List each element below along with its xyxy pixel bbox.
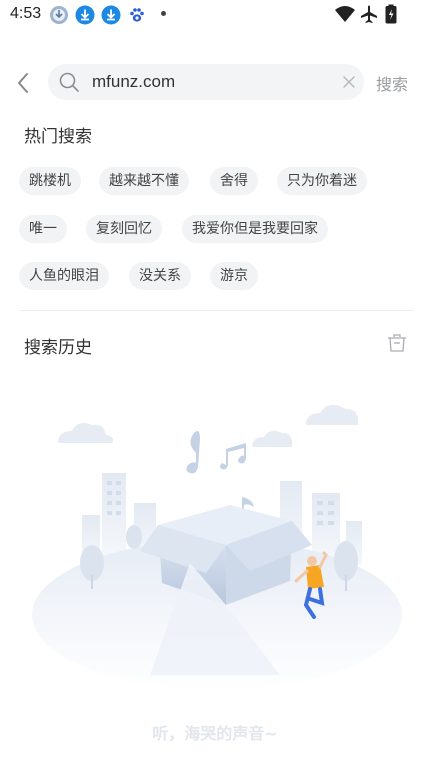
hot-search-tag[interactable]: 没关系: [129, 262, 191, 290]
hot-search-tag[interactable]: 复刻回忆: [86, 215, 162, 243]
airplane-icon: [361, 5, 377, 23]
divider: [20, 310, 414, 311]
download-complete-icon: [50, 6, 68, 24]
battery-icon: [385, 4, 397, 24]
hot-search-tag[interactable]: 唯一: [19, 215, 67, 243]
hot-search-tag[interactable]: 只为你着迷: [277, 167, 367, 195]
empty-history-illustration: [32, 404, 402, 690]
dot-icon: [161, 11, 166, 16]
back-button[interactable]: [12, 70, 36, 96]
search-button[interactable]: 搜索: [376, 71, 408, 95]
baidu-paw-icon: [130, 8, 144, 22]
clear-icon[interactable]: [342, 75, 356, 89]
hot-search-tag[interactable]: 越来越不懂: [99, 167, 189, 195]
hot-search-tag[interactable]: 游京: [210, 262, 258, 290]
hot-search-tag[interactable]: 跳楼机: [19, 167, 81, 195]
hot-search-tag[interactable]: 我爱你但是我要回家: [182, 215, 328, 243]
wifi-icon: [335, 6, 355, 22]
search-box[interactable]: [48, 64, 364, 100]
download-icon: [101, 5, 121, 25]
status-bar: 4:53: [0, 0, 430, 30]
search-icon: [59, 72, 79, 92]
trash-icon[interactable]: [386, 333, 408, 353]
search-history-title: 搜索历史: [24, 338, 92, 358]
empty-history-text: 听，海哭的声音~: [152, 724, 278, 743]
hot-search-tag[interactable]: 舍得: [210, 167, 258, 195]
hot-search-tag[interactable]: 人鱼的眼泪: [19, 262, 109, 290]
status-time: 4:53: [10, 5, 42, 22]
hot-search-title: 热门搜索: [24, 127, 92, 147]
search-input[interactable]: [92, 64, 332, 100]
download-icon: [75, 5, 95, 25]
